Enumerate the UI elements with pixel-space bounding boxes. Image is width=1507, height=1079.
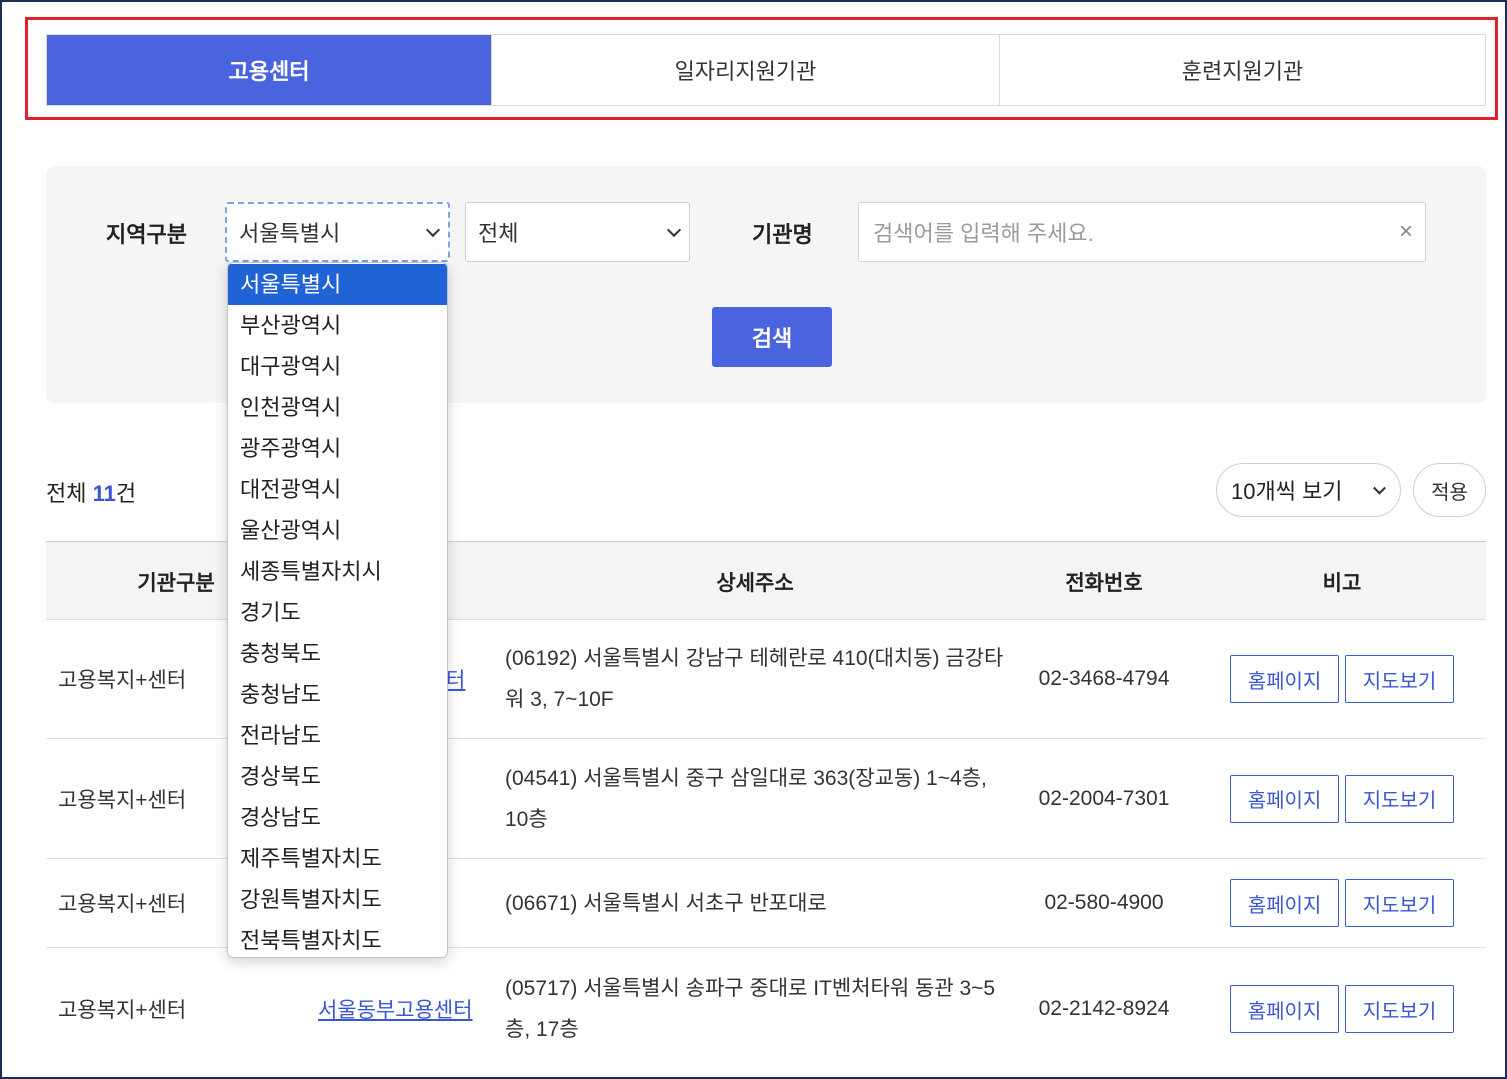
region-option-jeonnam[interactable]: 전라남도: [228, 715, 447, 756]
row-tel: 02-2142-8924: [1038, 997, 1170, 1020]
row-address: (06192) 서울특별시 강남구 테헤란로 410(대치동) 금강타워 3, …: [505, 647, 1004, 711]
header-note: 비고: [1322, 571, 1362, 595]
region-option-sejong[interactable]: 세종특별자치시: [228, 551, 447, 592]
clear-icon[interactable]: ×: [1399, 218, 1413, 246]
row-address: (04541) 서울특별시 중구 삼일대로 363(장교동) 1~4층, 10층: [505, 766, 987, 831]
table-row: 고용복지+센터 서울동부고용센터 (05717) 서울특별시 송파구 중대로 I…: [46, 948, 1486, 1070]
map-view-button[interactable]: 지도보기: [1345, 879, 1454, 927]
homepage-button[interactable]: 홈페이지: [1230, 879, 1339, 927]
chevron-down-icon: [1373, 481, 1386, 495]
header-tel: 전화번호: [1065, 571, 1143, 595]
region-option-gyeonggi[interactable]: 경기도: [228, 592, 447, 633]
region-select-value: 서울특별시: [239, 221, 341, 246]
total-count-number: 11: [92, 481, 116, 506]
region-select[interactable]: 서울특별시: [225, 202, 450, 262]
region-option-busan[interactable]: 부산광역시: [228, 305, 447, 346]
row-type: 고용복지+센터: [58, 788, 187, 812]
row-org-link[interactable]: 서울동부고용센터: [318, 948, 473, 1070]
row-address: (06671) 서울특별시 서초구 반포대로: [505, 891, 827, 915]
region-option-daejeon[interactable]: 대전광역시: [228, 469, 447, 510]
tab-training-support-agency[interactable]: 훈련지원기관: [1000, 35, 1485, 105]
region-option-gwangju[interactable]: 광주광역시: [228, 428, 447, 469]
region-option-gyeongnam[interactable]: 경상남도: [228, 797, 447, 838]
region-option-jeonbuk[interactable]: 전북특별자치도: [228, 920, 447, 957]
homepage-button[interactable]: 홈페이지: [1230, 655, 1339, 703]
search-placeholder: 검색어를 입력해 주세요.: [873, 221, 1094, 246]
map-view-button[interactable]: 지도보기: [1345, 655, 1454, 703]
region-option-jeju[interactable]: 제주특별자치도: [228, 838, 447, 879]
row-type: 고용복지+센터: [58, 999, 187, 1022]
per-page-select[interactable]: 10개씩 보기: [1216, 463, 1401, 517]
region-dropdown-list: 서울특별시 부산광역시 대구광역시 인천광역시 광주광역시 대전광역시 울산광역…: [227, 262, 448, 958]
row-type: 고용복지+센터: [58, 669, 187, 692]
per-page-value: 10개씩 보기: [1231, 479, 1343, 504]
org-name-label: 기관명: [752, 222, 813, 247]
row-tel: 02-2004-7301: [1038, 786, 1170, 810]
row-address: (05717) 서울특별시 송파구 중대로 IT벤처타워 동관 3~5층, 17…: [505, 977, 996, 1041]
map-view-button[interactable]: 지도보기: [1345, 774, 1454, 823]
region-option-chungbuk[interactable]: 충청북도: [228, 633, 447, 674]
row-actions: 홈페이지 지도보기: [1230, 859, 1454, 947]
row-org-link[interactable]: 터: [446, 620, 465, 738]
chevron-down-icon: [425, 222, 441, 238]
search-button[interactable]: 검색: [712, 307, 832, 367]
chevron-down-icon: [666, 222, 682, 238]
district-select[interactable]: 전체: [465, 202, 690, 262]
region-option-incheon[interactable]: 인천광역시: [228, 387, 447, 428]
total-suffix: 건: [115, 481, 137, 506]
category-tabs: 고용센터 일자리지원기관 훈련지원기관: [46, 34, 1486, 106]
tab-job-support-agency[interactable]: 일자리지원기관: [492, 35, 1000, 105]
row-actions: 홈페이지 지도보기: [1230, 620, 1454, 738]
row-tel: 02-3468-4794: [1038, 667, 1170, 690]
total-prefix: 전체: [46, 481, 87, 506]
region-option-gangwon[interactable]: 강원특별자치도: [228, 879, 447, 920]
region-option-daegu[interactable]: 대구광역시: [228, 346, 447, 387]
homepage-button[interactable]: 홈페이지: [1230, 774, 1339, 823]
region-label: 지역구분: [106, 222, 187, 247]
org-name-search-input[interactable]: 검색어를 입력해 주세요. ×: [858, 202, 1426, 262]
district-select-value: 전체: [478, 221, 519, 246]
region-option-seoul[interactable]: 서울특별시: [228, 264, 447, 305]
row-tel: 02-580-4900: [1044, 891, 1164, 914]
header-address: 상세주소: [716, 571, 794, 595]
region-option-ulsan[interactable]: 울산광역시: [228, 510, 447, 551]
tab-employment-center[interactable]: 고용센터: [47, 35, 492, 105]
apply-button[interactable]: 적용: [1413, 463, 1486, 517]
homepage-button[interactable]: 홈페이지: [1230, 985, 1339, 1033]
region-option-gyeongbuk[interactable]: 경상북도: [228, 756, 447, 797]
row-actions: 홈페이지 지도보기: [1230, 739, 1454, 858]
row-actions: 홈페이지 지도보기: [1230, 948, 1454, 1070]
row-type: 고용복지+센터: [58, 893, 187, 916]
total-count: 전체 11건: [46, 476, 136, 508]
map-view-button[interactable]: 지도보기: [1345, 985, 1454, 1033]
region-option-chungnam[interactable]: 충청남도: [228, 674, 447, 715]
